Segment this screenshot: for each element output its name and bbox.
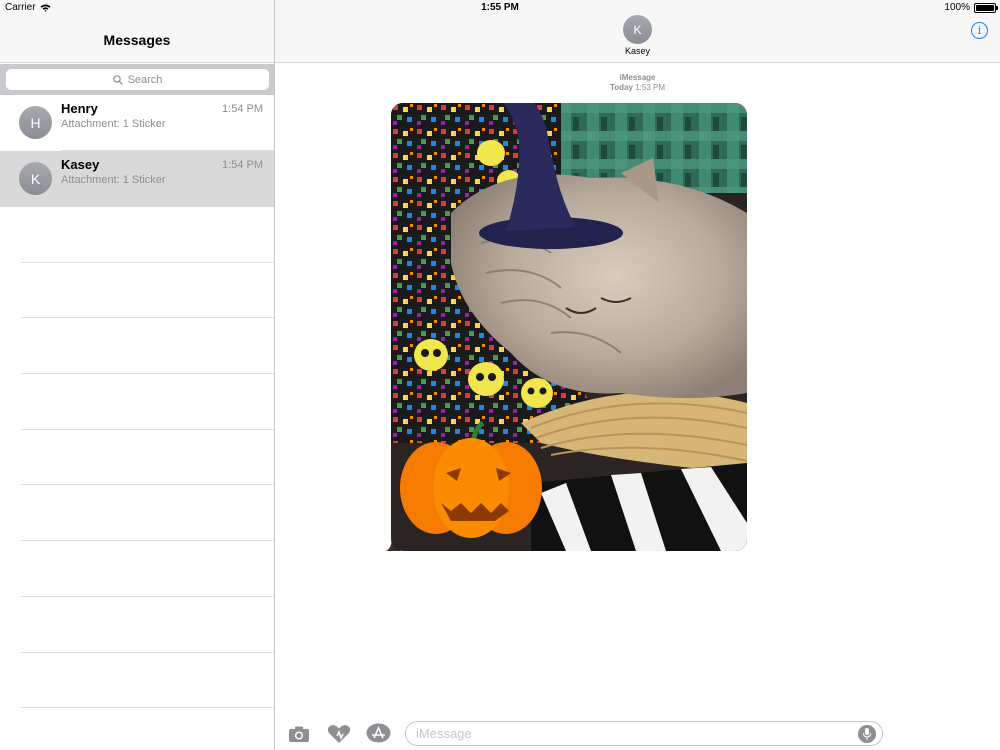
info-button[interactable]: i xyxy=(971,22,988,39)
avatar: K xyxy=(19,162,52,195)
status-bar: Carrier 1:55 PM 100% xyxy=(0,0,1000,16)
empty-row xyxy=(21,541,274,597)
message-input-bar: iMessage xyxy=(275,715,1000,750)
conversation-time: 1:54 PM xyxy=(222,159,263,171)
battery-icon xyxy=(974,2,998,13)
digital-touch-icon[interactable] xyxy=(327,724,351,744)
conversation-preview: Attachment: 1 Sticker xyxy=(61,174,166,186)
day-label: Today xyxy=(610,83,633,92)
microphone-icon xyxy=(863,728,871,740)
empty-row xyxy=(21,318,274,375)
empty-row xyxy=(21,207,274,263)
conversation-name: Kasey xyxy=(61,157,100,172)
conversation-row-kasey[interactable]: K Kasey Attachment: 1 Sticker 1:54 PM xyxy=(0,151,274,207)
conversation-row-henry[interactable]: H Henry Attachment: 1 Sticker 1:54 PM xyxy=(0,95,274,151)
message-meta: iMessage Today 1:53 PM xyxy=(275,73,1000,93)
conversation-list: H Henry Attachment: 1 Sticker 1:54 PM K … xyxy=(0,95,274,207)
camera-icon[interactable] xyxy=(288,726,310,743)
search-placeholder: Search xyxy=(127,73,163,86)
empty-row xyxy=(21,597,274,653)
sticker-photo-message[interactable] xyxy=(391,103,747,551)
conversation-preview: Attachment: 1 Sticker xyxy=(61,118,166,130)
search-input[interactable]: Search xyxy=(6,69,269,90)
contact-avatar[interactable]: K xyxy=(623,15,652,44)
cat-photo-with-stickers xyxy=(391,103,747,551)
message-input-placeholder: iMessage xyxy=(416,726,472,741)
battery-percent: 100% xyxy=(944,2,970,13)
sidebar-title: Messages xyxy=(103,32,171,48)
conversation-time: 1:54 PM xyxy=(222,103,263,115)
app-store-icon[interactable] xyxy=(366,723,391,743)
info-icon: i xyxy=(977,24,982,37)
empty-row xyxy=(21,430,274,486)
empty-row xyxy=(21,653,274,709)
conversation-sidebar: Messages Search H Henry Attachment: 1 St… xyxy=(0,0,275,750)
avatar: H xyxy=(19,106,52,139)
timestamp-label: 1:53 PM xyxy=(635,83,665,92)
microphone-button[interactable] xyxy=(858,725,876,743)
search-icon xyxy=(112,74,123,85)
empty-row xyxy=(21,374,274,430)
status-time: 1:55 PM xyxy=(481,2,519,13)
search-bar: Search xyxy=(0,64,274,95)
empty-row xyxy=(21,263,274,319)
message-input[interactable]: iMessage xyxy=(405,721,883,746)
empty-row xyxy=(21,485,274,542)
conversation-name: Henry xyxy=(61,101,98,116)
service-label: iMessage xyxy=(619,73,656,82)
contact-name[interactable]: Kasey xyxy=(275,46,1000,56)
empty-list-rows xyxy=(21,207,274,709)
